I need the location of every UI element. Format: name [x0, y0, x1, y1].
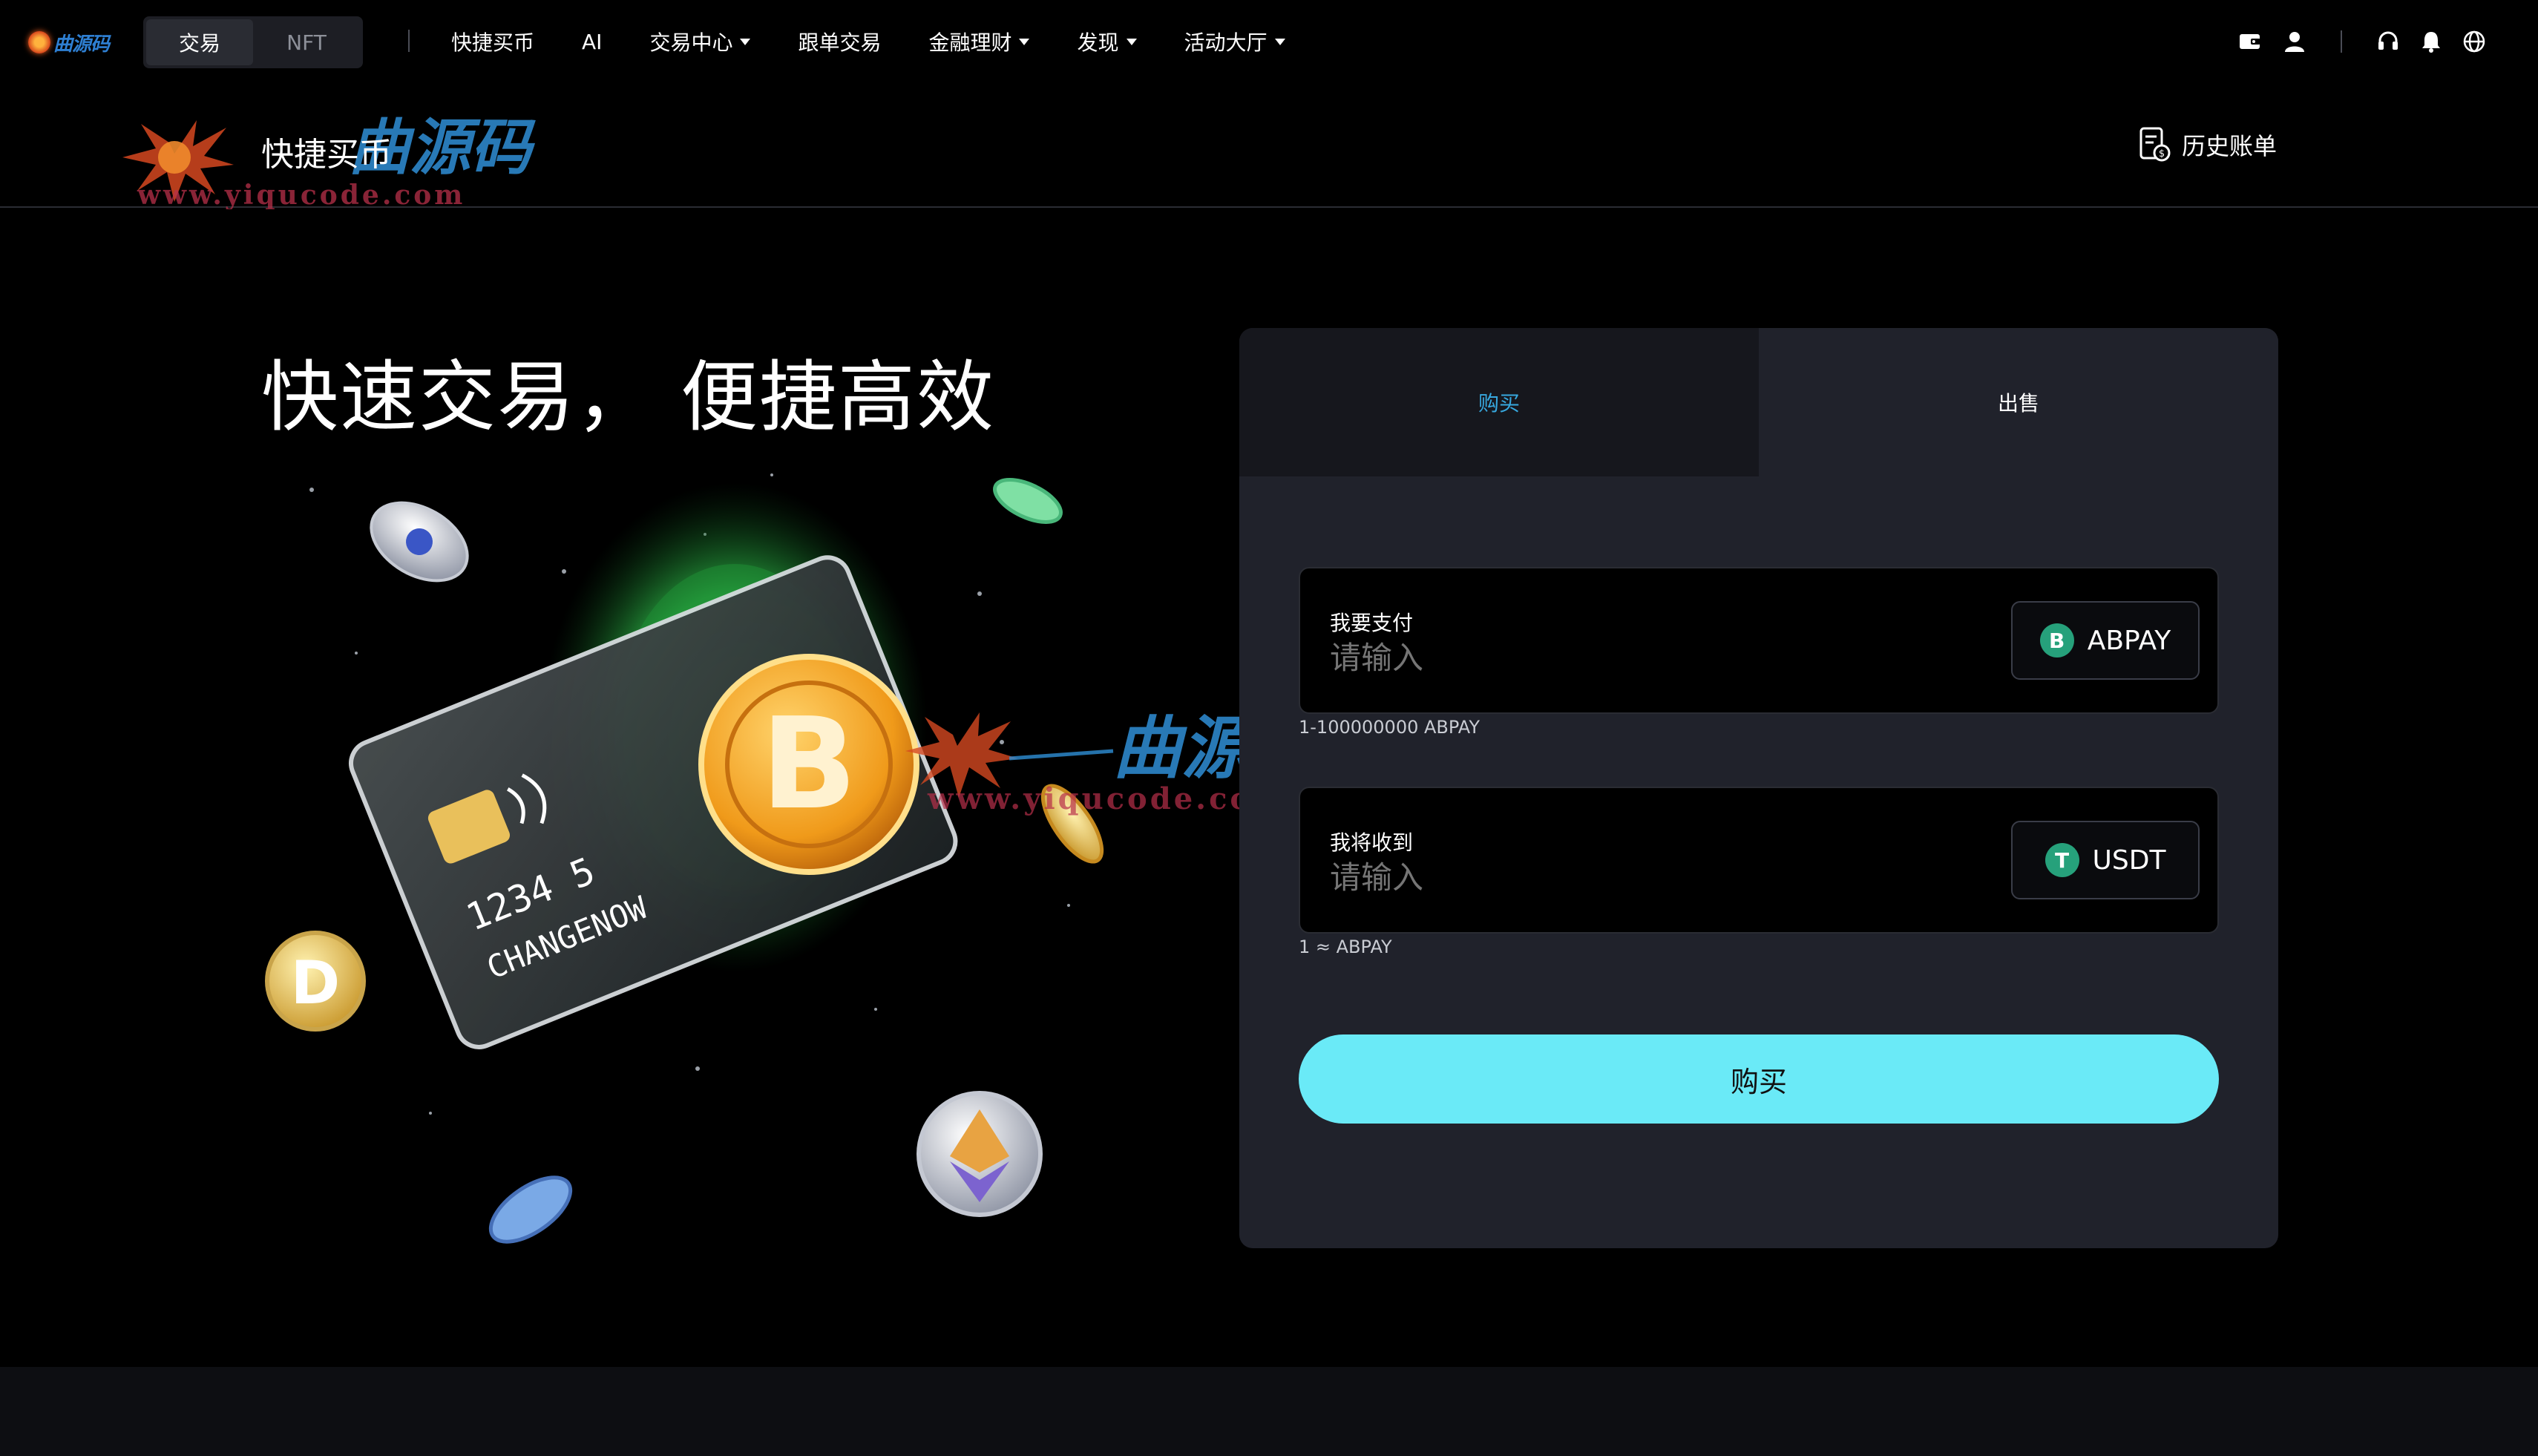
logo-text: 曲源码: [53, 33, 110, 56]
pay-currency-selector[interactable]: B ABPAY: [2011, 601, 2200, 680]
caret-down-icon: [1274, 38, 1285, 45]
hero-illustration: 1234 5 CHANGENOW B D: [265, 473, 1104, 1244]
nav-item-label: AI: [582, 29, 603, 54]
tab-buy[interactable]: 购买: [1239, 328, 1759, 476]
main-menu: 快捷买币 AI 交易中心 跟单交易 金融理财 发现 活动大厅: [451, 0, 1333, 83]
mode-switch: 交易 NFT: [143, 16, 363, 68]
bitcoin-coin-icon: B: [698, 654, 919, 875]
nav-item-label: 交易中心: [649, 30, 733, 55]
svg-text:B: B: [761, 691, 857, 838]
dogecoin-icon: D: [265, 931, 366, 1032]
nav-item-finance[interactable]: 金融理财: [928, 27, 1030, 56]
receive-amount-input[interactable]: [1330, 859, 1924, 896]
nav-item-events[interactable]: 活动大厅: [1184, 27, 1285, 56]
ethereum-coin-icon: [916, 1091, 1043, 1217]
nav-item-discover[interactable]: 发现: [1077, 27, 1137, 56]
green-coin-icon: [993, 478, 1063, 524]
usdt-coin-icon: T: [2044, 843, 2079, 877]
page-title: 快捷买币: [261, 136, 392, 174]
caret-down-icon: [1126, 38, 1137, 45]
nav-right-tools: [2234, 25, 2491, 58]
svg-text:D: D: [291, 948, 340, 1017]
nav-item-trade-center[interactable]: 交易中心: [649, 27, 751, 56]
nav-item-label: 快捷买币: [451, 30, 535, 55]
watermark-url: www.yiqucode.com: [137, 180, 465, 209]
user-icon[interactable]: [2278, 30, 2311, 53]
nav-item-label: 跟单交易: [798, 30, 882, 55]
buy-submit-button[interactable]: 购买: [1299, 1034, 2219, 1124]
mode-tab-nft[interactable]: NFT: [253, 19, 360, 65]
blue-coin-icon: [488, 1175, 573, 1244]
history-bills-button[interactable]: $ 历史账单: [2139, 126, 2277, 163]
caret-down-icon: [740, 38, 751, 45]
logo-sun-icon: [28, 31, 50, 53]
receipt-icon: $: [2139, 127, 2171, 162]
nav-item-label: 发现: [1077, 30, 1119, 55]
mode-tab-trade[interactable]: 交易: [146, 19, 253, 65]
pay-label: 我要支付: [1330, 611, 1414, 635]
nav-item-quick-buy[interactable]: 快捷买币: [451, 27, 534, 56]
globe-icon[interactable]: [2458, 30, 2491, 53]
headset-icon[interactable]: [2372, 30, 2404, 53]
footer: [0, 1367, 2538, 1456]
trade-panel: 购买 出售 我要支付 B ABPAY 1-100000000 ABPAY 我将收…: [1239, 328, 2278, 1248]
gold-coin-icon: [1040, 784, 1104, 864]
receive-field: 我将收到 T USDT: [1299, 787, 2219, 934]
history-bills-label: 历史账单: [2181, 132, 2277, 160]
pay-currency-label: ABPAY: [2087, 625, 2171, 656]
wallet-icon[interactable]: [2234, 32, 2266, 51]
pay-amount-input[interactable]: [1330, 640, 1924, 676]
tab-sell[interactable]: 出售: [1759, 328, 2278, 476]
nav-divider: [408, 30, 410, 52]
pay-field: 我要支付 B ABPAY: [1299, 567, 2219, 714]
top-nav: 曲源码 交易 NFT 快捷买币 AI 交易中心 跟单交易 金融理财 发现 活动大…: [0, 0, 2538, 83]
nav-item-label: 活动大厅: [1184, 30, 1268, 55]
trade-tabs: 购买 出售: [1239, 328, 2278, 476]
nav-item-label: 金融理财: [928, 30, 1012, 55]
receive-currency-label: USDT: [2092, 845, 2166, 876]
abpay-coin-icon: B: [2039, 623, 2074, 658]
pay-range-hint: 1-100000000 ABPAY: [1299, 717, 1480, 738]
exchange-rate-hint: 1 ≈ ABPAY: [1299, 937, 1392, 957]
page-header: 曲源码 www.yiqucode.com 快捷买币 $ 历史账单: [0, 83, 2538, 209]
hero-title: 快速交易， 便捷高效: [261, 352, 996, 442]
nav-divider: [2341, 30, 2342, 53]
receive-label: 我将收到: [1330, 830, 1414, 855]
nav-item-ai[interactable]: AI: [582, 30, 602, 54]
cardano-coin-icon: [370, 501, 469, 583]
nav-item-copy-trading[interactable]: 跟单交易: [798, 27, 881, 56]
bell-icon[interactable]: [2415, 30, 2447, 53]
site-logo[interactable]: 曲源码: [28, 25, 110, 59]
receive-currency-selector[interactable]: T USDT: [2011, 821, 2200, 899]
svg-text:$: $: [2159, 148, 2165, 160]
caret-down-icon: [1019, 38, 1030, 45]
